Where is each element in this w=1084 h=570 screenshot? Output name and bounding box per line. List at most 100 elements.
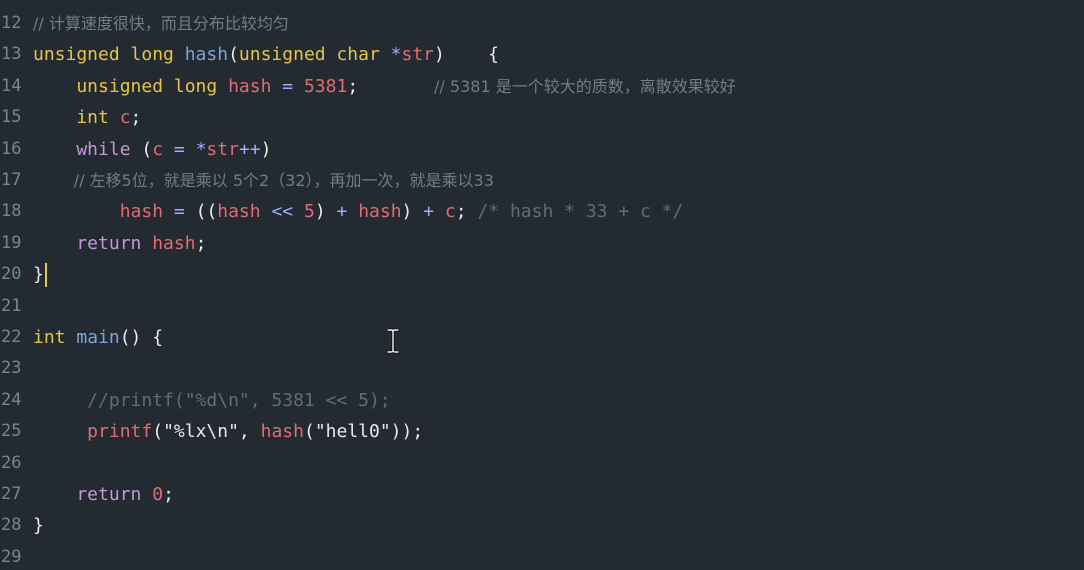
- code-token: (: [141, 138, 153, 160]
- code-token: *: [390, 44, 402, 66]
- code-token: hash: [358, 201, 402, 223]
- code-token: "%lx\n": [163, 421, 239, 443]
- code-token: // 左移5位，就是乘以 5个2（32），再加一次，就是乘以33: [33, 171, 494, 190]
- code-editor[interactable]: 12 // 计算速度很快，而且分布比较均匀 13 unsigned long hash…: [0, 0, 1084, 570]
- code-token: hash: [228, 75, 272, 97]
- code-line[interactable]: 12 // 计算速度很快，而且分布比较均匀: [0, 8, 1084, 39]
- code-line[interactable]: 27 return 0;: [0, 479, 1084, 510]
- line-number: 17: [1, 170, 22, 190]
- code-token: // 计算速度很快，而且分布比较均匀: [33, 14, 289, 33]
- code-token: ));: [390, 421, 424, 443]
- code-text[interactable]: printf("%lx\n", hash("hell0"));: [33, 416, 423, 447]
- code-text[interactable]: return hash;: [33, 228, 206, 259]
- code-line[interactable]: 28}: [0, 510, 1084, 541]
- code-token: while: [33, 138, 142, 160]
- code-token: ;: [195, 232, 207, 254]
- code-line[interactable]: 14 unsigned long hash = 5381; // 5381 是一…: [0, 71, 1084, 102]
- line-number: 25: [1, 421, 22, 442]
- code-token: printf: [33, 421, 153, 443]
- code-token: <<: [260, 201, 304, 223]
- code-text[interactable]: //printf("%d\n", 5381 << 5);: [33, 385, 391, 416]
- code-text[interactable]: unsigned long hash(unsigned char *str) {: [33, 39, 499, 70]
- code-token: //printf("%d\n", 5381 << 5);: [33, 389, 391, 411]
- code-token: ): [314, 201, 337, 223]
- code-token: (: [303, 421, 315, 443]
- code-token: hash: [217, 201, 261, 223]
- code-token: main: [76, 327, 120, 348]
- code-text[interactable]: int main() {: [33, 322, 163, 353]
- code-token: () {: [119, 327, 164, 348]
- code-token: +: [423, 201, 445, 223]
- code-token: str: [401, 44, 434, 66]
- code-token: ;: [130, 107, 142, 129]
- code-token: str: [206, 138, 239, 160]
- code-line[interactable]: 21: [0, 291, 1084, 322]
- text-cursor-icon: [386, 328, 400, 354]
- code-token: }: [33, 264, 44, 286]
- code-token: /* hash * 33 + c */: [477, 201, 684, 223]
- code-line[interactable]: 24 //printf("%d\n", 5381 << 5);: [0, 385, 1084, 416]
- code-token: *: [195, 138, 207, 160]
- line-number: 14: [1, 75, 22, 96]
- text-caret: [44, 263, 47, 288]
- code-token: ): [260, 138, 272, 160]
- code-token: }: [33, 515, 44, 537]
- code-text[interactable]: // 计算速度很快，而且分布比较均匀: [33, 8, 289, 39]
- line-number: 18: [1, 201, 22, 222]
- code-token: ): [401, 201, 424, 223]
- code-token: ;: [455, 201, 478, 223]
- code-token: hash: [260, 421, 304, 443]
- line-number: 12: [1, 13, 22, 33]
- code-text[interactable]: }: [33, 510, 44, 541]
- code-text[interactable]: return 0;: [33, 479, 174, 510]
- code-token: =: [163, 138, 196, 160]
- code-text[interactable]: int c;: [33, 102, 141, 133]
- code-token: +: [336, 201, 359, 223]
- code-token: // 5381 是一个较大的质数，离散效果较好: [434, 76, 736, 96]
- code-token: "hell0": [314, 421, 391, 443]
- code-text[interactable]: while (c = *str++): [33, 134, 271, 165]
- code-token: (: [152, 421, 164, 443]
- code-line[interactable]: 19 return hash;: [0, 228, 1084, 259]
- line-number: 27: [1, 484, 22, 504]
- line-number: 28: [1, 515, 22, 536]
- line-number: 29: [1, 546, 22, 567]
- code-token: 5381: [303, 75, 348, 97]
- code-token: int: [33, 107, 120, 129]
- code-line[interactable]: 22 int main() {: [0, 322, 1084, 353]
- code-token: (: [228, 44, 239, 66]
- code-token: c: [119, 107, 131, 129]
- code-line[interactable]: 18 hash = ((hash << 5) + hash) + c; /* h…: [0, 196, 1084, 227]
- code-token: ,: [238, 421, 261, 443]
- code-token: hash: [152, 232, 196, 254]
- code-line[interactable]: 29: [0, 542, 1084, 570]
- code-token: c: [152, 138, 164, 160]
- line-number: 26: [1, 452, 22, 473]
- line-number: 20: [1, 264, 22, 285]
- code-text[interactable]: // 左移5位，就是乘以 5个2（32），再加一次，就是乘以33: [33, 165, 494, 196]
- code-line[interactable]: 13 unsigned long hash(unsigned char *str)…: [0, 39, 1084, 70]
- code-token: return: [33, 232, 153, 254]
- code-token: ) {: [434, 44, 500, 66]
- code-token: =: [271, 75, 304, 97]
- code-text[interactable]: unsigned long hash = 5381; // 5381 是一个较大…: [33, 71, 736, 102]
- code-text[interactable]: hash = ((hash << 5) + hash) + c; /* hash…: [33, 196, 684, 227]
- line-number: 24: [1, 389, 22, 410]
- code-line[interactable]: 23: [0, 353, 1084, 384]
- code-line[interactable]: 17 // 左移5位，就是乘以 5个2（32），再加一次，就是乘以33: [0, 165, 1084, 196]
- code-token: hash: [33, 201, 164, 223]
- code-line[interactable]: 26: [0, 448, 1084, 479]
- line-number: 19: [1, 232, 22, 253]
- code-line[interactable]: 15 int c;: [0, 102, 1084, 133]
- code-line[interactable]: 20}: [0, 259, 1084, 290]
- code-token: c: [444, 201, 456, 223]
- code-token: unsigned long: [33, 75, 229, 97]
- code-token: ;: [347, 75, 435, 97]
- code-token: 0: [152, 484, 164, 505]
- code-line[interactable]: 25 printf("%lx\n", hash("hell0"));: [0, 416, 1084, 447]
- line-number: 23: [1, 358, 22, 379]
- code-text[interactable]: }: [33, 259, 47, 290]
- code-token: =: [163, 201, 196, 223]
- code-line[interactable]: 16 while (c = *str++): [0, 134, 1084, 165]
- line-number: 22: [1, 327, 22, 347]
